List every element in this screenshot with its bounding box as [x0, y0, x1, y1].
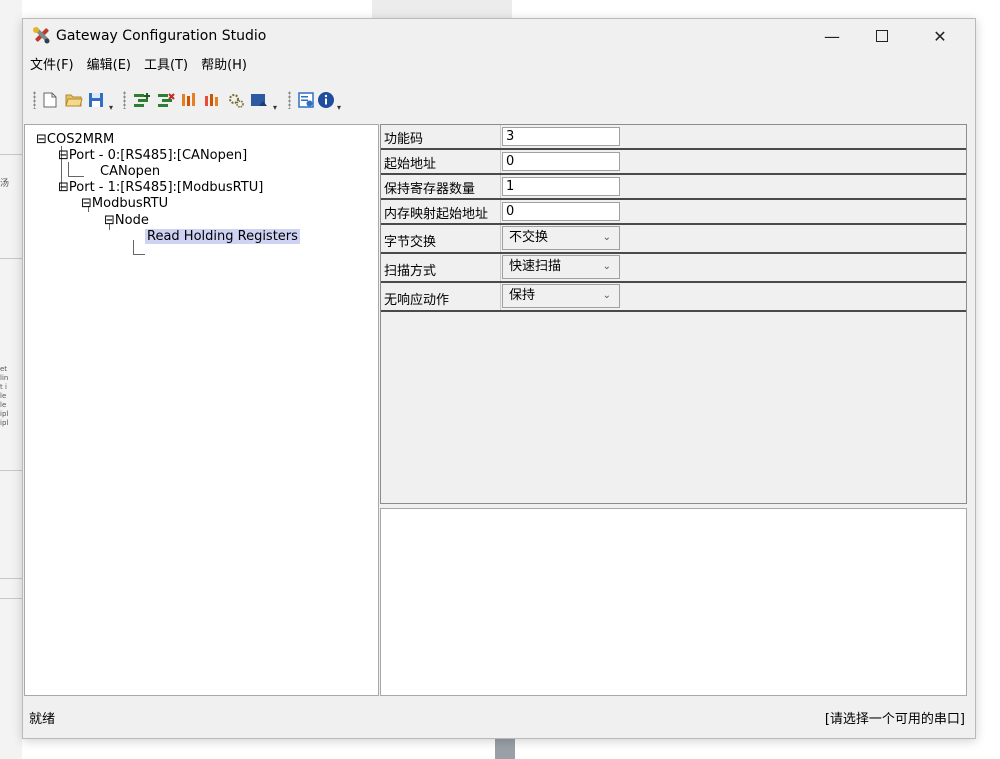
function-code-field[interactable]: 3 [502, 127, 620, 146]
toolbar-grip[interactable] [123, 91, 126, 109]
property-label: 功能码 [384, 132, 424, 147]
tree-connector [68, 176, 84, 177]
chevron-down-icon: ⌄ [602, 232, 611, 243]
check-icon[interactable] [297, 91, 315, 109]
row-separator [381, 223, 966, 225]
background-window-top [372, 0, 512, 18]
chevron-down-icon: ⌄ [602, 261, 611, 272]
device-tree: ⊟COS2MRM ⊟Port - 0:[RS485]:[CANopen] CAN… [24, 124, 379, 696]
property-label: 扫描方式 [384, 264, 437, 279]
tools-app-icon [31, 26, 51, 46]
property-label: 起始地址 [384, 157, 437, 172]
minimize-icon: — [824, 26, 840, 46]
status-text: 就绪 [29, 712, 56, 727]
no-response-action-select[interactable]: 保持 ⌄ [502, 284, 620, 308]
collapse-icon[interactable]: ⊟ [81, 196, 92, 211]
menu-tools[interactable]: 工具(T) [137, 55, 194, 77]
close-button[interactable]: ✕ [917, 19, 963, 53]
row-separator [381, 281, 966, 283]
collapse-icon[interactable]: ⊟ [58, 180, 69, 195]
maximize-icon [876, 30, 888, 42]
status-bar: 就绪 [请选择一个可用的串口] [23, 699, 975, 733]
chevron-down-icon: ⌄ [602, 290, 611, 301]
collapse-icon[interactable]: ⊟ [36, 132, 47, 147]
toolbar-overflow-icon[interactable]: ▾ [337, 103, 341, 112]
row-separator [381, 252, 966, 254]
menu-help[interactable]: 帮助(H) [194, 55, 253, 77]
row-separator [381, 148, 966, 150]
save-icon[interactable] [87, 91, 105, 109]
add-node-icon[interactable] [180, 91, 198, 109]
memory-map-address-field[interactable]: 0 [502, 202, 620, 221]
property-label: 无响应动作 [384, 293, 450, 308]
property-label: 保持寄存器数量 [384, 182, 476, 197]
maximize-button[interactable] [859, 19, 905, 53]
toolbar: ▾ ▾ ▾ [23, 82, 975, 116]
download-icon[interactable] [250, 91, 268, 109]
toolbar-grip[interactable] [33, 91, 36, 109]
add-port-icon[interactable] [133, 91, 151, 109]
tree-node-canopen[interactable]: CANopen [100, 164, 160, 180]
description-panel [380, 508, 967, 696]
tree-connector [68, 162, 69, 176]
tree-node-read-holding-registers[interactable]: Read Holding Registers [145, 229, 300, 245]
register-count-field[interactable]: 1 [502, 177, 620, 196]
tree-connector [133, 254, 145, 255]
property-label: 内存映射起始地址 [384, 207, 489, 222]
delete-port-icon[interactable] [157, 91, 175, 109]
close-icon: ✕ [933, 26, 947, 46]
toolbar-overflow-icon[interactable]: ▾ [273, 103, 277, 112]
tree-node-port-0[interactable]: ⊟Port - 0:[RS485]:[CANopen] [58, 148, 247, 164]
settings-icon[interactable] [227, 91, 245, 109]
tree-node-modbusrtu[interactable]: ⊟ModbusRTU [81, 196, 168, 212]
menu-edit[interactable]: 编辑(E) [80, 55, 137, 77]
menu-bar: 文件(F) 编辑(E) 工具(T) 帮助(H) [23, 55, 253, 77]
row-separator [381, 198, 966, 200]
window-title: Gateway Configuration Studio [56, 28, 267, 44]
row-separator [381, 173, 966, 175]
property-label: 字节交换 [384, 235, 437, 250]
toolbar-overflow-icon[interactable]: ▾ [109, 103, 113, 112]
start-address-field[interactable]: 0 [502, 152, 620, 171]
toolbar-grip[interactable] [288, 91, 291, 109]
column-divider [500, 125, 501, 312]
minimize-button[interactable]: — [809, 19, 855, 53]
tree-node-root[interactable]: ⊟COS2MRM [36, 132, 114, 148]
tree-node-port-1[interactable]: ⊟Port - 1:[RS485]:[ModbusRTU] [58, 180, 263, 196]
info-icon[interactable] [317, 91, 335, 109]
tree-connector [133, 240, 134, 254]
port-status-text: [请选择一个可用的串口] [824, 712, 965, 727]
scan-mode-select[interactable]: 快速扫描 ⌄ [502, 255, 620, 279]
title-bar[interactable]: Gateway Configuration Studio — ✕ [23, 19, 975, 53]
background-window-edge: 汤 et lin t i le le ipl ipl [0, 0, 22, 759]
collapse-icon[interactable]: ⊟ [104, 213, 115, 228]
new-file-icon[interactable] [41, 91, 59, 109]
byte-swap-select[interactable]: 不交换 ⌄ [502, 226, 620, 250]
add-command-icon[interactable] [203, 91, 221, 109]
open-folder-icon[interactable] [65, 91, 83, 109]
row-separator [381, 310, 966, 312]
collapse-icon[interactable]: ⊟ [58, 148, 69, 163]
menu-file[interactable]: 文件(F) [23, 55, 80, 77]
properties-panel: 功能码 3 起始地址 0 保持寄存器数量 1 内存映射起始地址 0 字节交换 不… [380, 124, 967, 504]
tree-node-node[interactable]: ⊟Node [104, 213, 149, 229]
main-window: Gateway Configuration Studio — ✕ 文件(F) 编… [22, 18, 976, 739]
